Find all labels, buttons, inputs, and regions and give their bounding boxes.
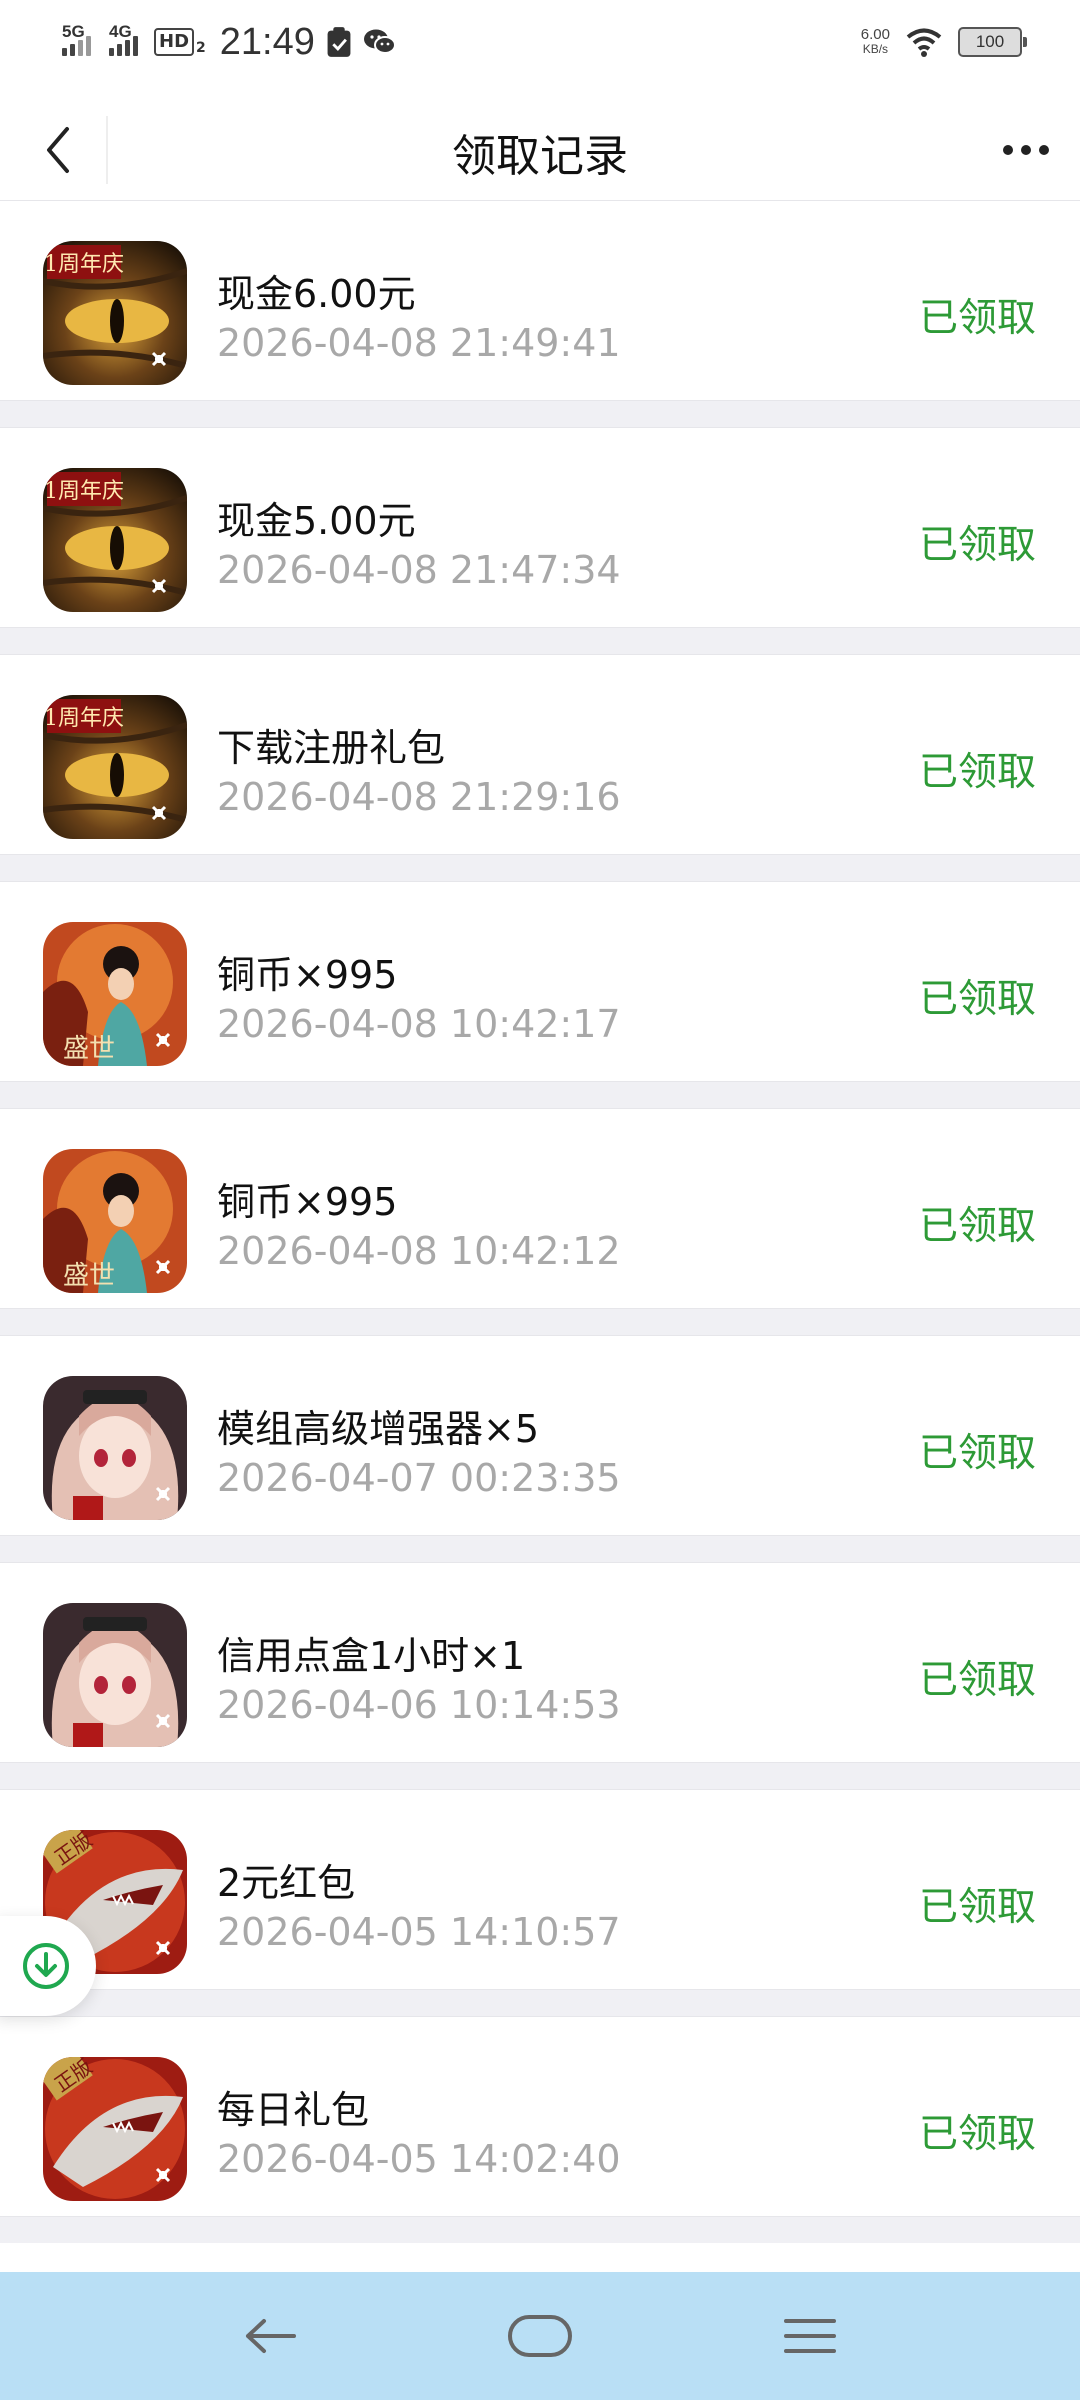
record-time: 2026-04-08 21:49:41 [217,321,621,365]
list-item[interactable]: 1周年庆下载注册礼包 2026-04-08 21:29:16 已领取 [0,654,1080,854]
row-separator [0,1081,1080,1108]
record-title: 每日礼包 [217,2088,370,2132]
nav-menu-button[interactable] [760,2302,860,2370]
claimed-status: 已领取 [918,977,1036,1022]
clipboard-check-icon [327,27,351,57]
claimed-status: 已领取 [918,2112,1036,2157]
record-time: 2026-04-08 21:47:34 [217,548,621,592]
list-item[interactable]: 1周年庆现金6.00元 2026-04-08 21:49:41 已领取 [0,200,1080,400]
list-item[interactable]: 正版 每日礼包 2026-04-05 14:02:40 已领取 [0,2016,1080,2216]
app-header: 领取记录 [0,80,1080,220]
list-item[interactable]: 模组高级增强器×5 2026-04-07 00:23:35 已领取 [0,1335,1080,1535]
dragon-eye-game-icon: 1周年庆 [43,695,187,839]
record-time: 2026-04-08 10:42:12 [217,1229,621,1273]
signal-5g-label: 5G [62,22,85,41]
list-item[interactable]: 信用点盒1小时×1 2026-04-06 10:14:53 已领取 [0,1562,1080,1762]
record-title: 信用点盒1小时×1 [217,1634,526,1678]
row-separator [0,1535,1080,1562]
record-time: 2026-04-07 00:23:35 [217,1456,621,1500]
wifi-icon [906,28,942,57]
system-navigation-bar [0,2272,1080,2400]
anime-girl-game-icon [43,1376,187,1520]
game-badge-label: 1周年庆 [44,706,124,731]
hd-voice-icon: HD 2 [154,28,206,56]
battery-icon: 100 [958,27,1027,57]
claimed-status: 已领取 [918,523,1036,568]
record-time: 2026-04-05 14:02:40 [217,2137,621,2181]
home-pill-icon [508,2315,572,2357]
record-title: 2元红包 [217,1861,356,1905]
claimed-status: 已领取 [918,1658,1036,1703]
list-item[interactable]: 1周年庆现金5.00元 2026-04-08 21:47:34 已领取 [0,427,1080,627]
page-title: 领取记录 [452,131,628,182]
record-title: 下载注册礼包 [217,726,446,770]
more-dot-icon [1003,145,1013,155]
row-separator [0,1989,1080,2016]
row-separator [0,400,1080,427]
game-badge-label: 1周年庆 [44,479,124,504]
claimed-status: 已领取 [918,1204,1036,1249]
status-bar: 5G 4G HD 2 21:49 6.00 KB/s 100 [0,0,1080,80]
row-separator [0,854,1080,881]
signal-4g-label: 4G [109,22,132,41]
record-time: 2026-04-08 21:29:16 [217,775,621,819]
cell-signal-4g-icon: 4G [109,22,138,56]
row-separator [0,1308,1080,1335]
arrow-left-icon [246,2319,296,2353]
claimed-status: 已领取 [918,296,1036,341]
network-speed-value: 6.00 [860,26,890,43]
record-title: 铜币×995 [217,1180,398,1224]
row-separator [0,2216,1080,2243]
dragon-eye-game-icon: 1周年庆 [43,241,187,385]
shark-ship-game-icon: 正版 [43,2057,187,2201]
game-badge-label: 盛世 [63,1261,115,1291]
record-list: 1周年庆 现金6.00元 2026-04-08 21:49:41 已领取 1周年庆 现金5… [0,200,1080,2243]
network-speed-unit: KB/s [862,42,889,56]
network-speed: 6.00 KB/s [861,27,890,57]
game-badge-label: 盛世 [63,1034,115,1064]
record-time: 2026-04-08 10:42:17 [217,1002,621,1046]
game-badge-label: 1周年庆 [44,252,124,277]
more-dot-icon [1039,145,1049,155]
list-item[interactable]: 盛世 铜币×995 2026-04-08 10:42:17 已领取 [0,881,1080,1081]
more-dot-icon [1021,145,1031,155]
battery-level: 100 [975,32,1005,51]
nav-home-button[interactable] [490,2302,590,2370]
list-item[interactable]: 盛世 铜币×995 2026-04-08 10:42:12 已领取 [0,1108,1080,1308]
nav-back-button[interactable] [220,2302,320,2370]
claimed-status: 已领取 [918,1431,1036,1476]
record-time: 2026-04-05 14:10:57 [217,1910,621,1954]
hd-sub-label: 2 [196,40,206,56]
claimed-status: 已领取 [918,750,1036,795]
lady-game-icon: 盛世 [43,922,187,1066]
row-separator [0,627,1080,654]
record-title: 模组高级增强器×5 [217,1407,540,1451]
dragon-eye-game-icon: 1周年庆 [43,468,187,612]
list-item[interactable]: 正版 2元红包 2026-04-05 14:10:57 已领取 [0,1789,1080,1989]
claimed-status: 已领取 [918,1885,1036,1930]
menu-lines-icon [784,2319,836,2353]
status-time: 21:49 [219,20,315,63]
more-options-button[interactable] [996,124,1056,176]
record-time: 2026-04-06 10:14:53 [217,1683,621,1727]
anime-girl-game-icon [43,1603,187,1747]
record-title: 现金6.00元 [217,272,416,316]
lady-game-icon: 盛世 [43,1149,187,1293]
row-separator [0,1762,1080,1789]
record-title: 铜币×995 [217,953,398,997]
download-circle-icon [23,1943,69,1989]
hd-label: HD [154,28,195,56]
record-title: 现金5.00元 [217,499,416,543]
wechat-icon [363,29,396,54]
floating-download-button[interactable] [0,1916,96,2016]
cell-signal-5g-icon: 5G [62,22,91,56]
